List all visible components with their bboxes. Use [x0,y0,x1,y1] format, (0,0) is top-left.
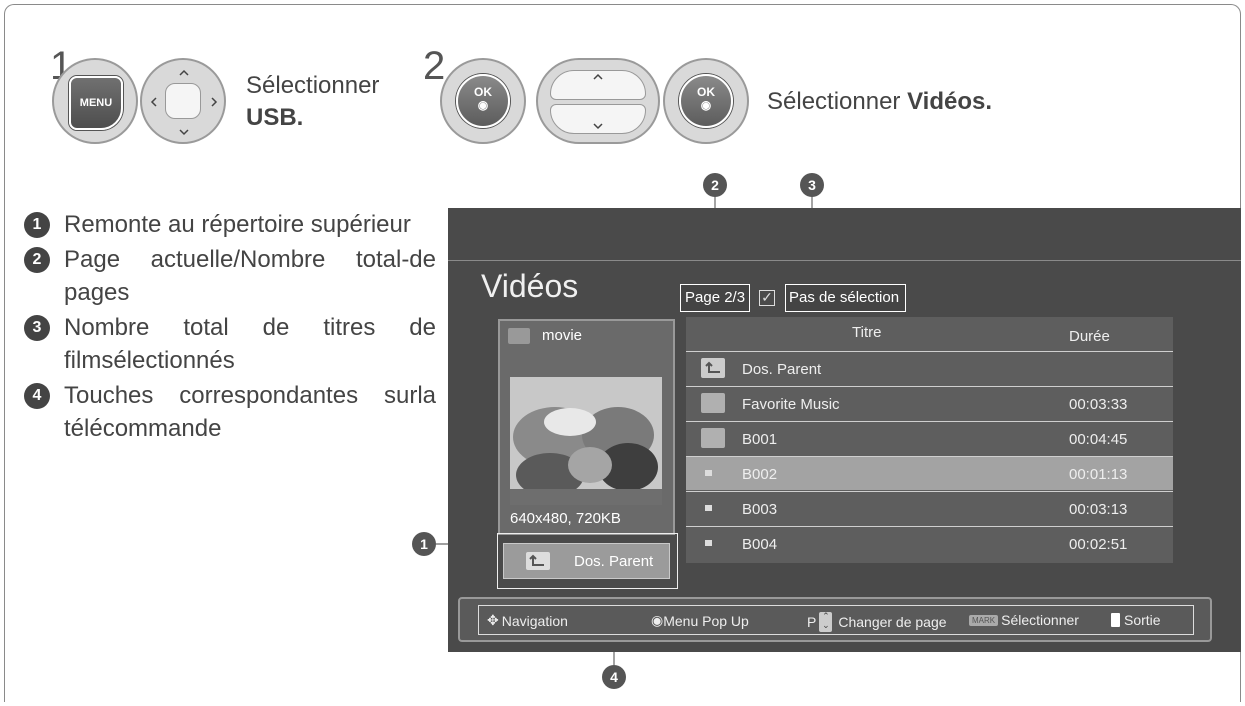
nav-arrows-icon: ✥ [487,612,499,628]
page-arrows-icon: ⌃ ⌄ [819,612,833,632]
thumbnail-panel[interactable]: movie 640x480, 720KB [498,319,675,535]
callout-2: 2 [703,173,727,197]
parent-folder-icon [701,358,725,378]
file-icon [705,505,712,511]
thumbnail-caption: 640x480, 720KB [510,510,621,527]
folder-icon [701,393,725,413]
table-row[interactable]: Dos. Parent [686,351,1173,385]
footer-page: P ⌃ ⌄ Changer de page [807,611,947,632]
thumbnail-header: movie [508,327,582,344]
table-row[interactable]: Favorite Music 00:03:33 [686,386,1173,420]
exit-icon [1111,613,1120,627]
footer-keys: ✥ Navigation ◉ Menu Pop Up P ⌃ ⌄ Changer de p… [478,605,1194,635]
footer-popup: ◉ Menu Pop Up [651,612,749,629]
thumbnail-folder-name: movie [542,327,583,344]
footer-bar: ✥ Navigation ◉ Menu Pop Up P ⌃ ⌄ Changer de p… [458,597,1212,642]
selection-count: Pas de sélection [785,284,907,312]
table-header: Titre Durée [686,317,1173,351]
page-indicator: Page 2/3 [680,284,751,312]
screen-title: Vidéos [481,268,579,304]
folder-icon [508,327,530,344]
fruit-image-icon [510,377,662,505]
footer-exit: Sortie [1111,612,1161,628]
tv-screen: Vidéos Page 2/3 ✓ Pas de sélection movie… [448,208,1241,652]
ok-dot-icon: ◉ [651,612,664,628]
file-table: Titre Durée Dos. Parent Favorite Music 0… [686,317,1173,563]
file-icon [705,470,712,476]
parent-button-label: Dos. Parent [574,552,654,570]
header-title: Titre [852,324,882,341]
thumbnail-image [510,377,662,505]
table-row[interactable]: B003 00:03:13 [686,491,1173,525]
folder-icon [701,428,725,448]
checkbox-icon: ✓ [759,290,775,306]
footer-mark: MARK Sélectionner [969,612,1079,628]
callout-4: 4 [602,665,626,689]
table-row[interactable]: B004 00:02:51 [686,526,1173,560]
header-duration: Durée [1069,328,1110,345]
callout-3: 3 [800,173,824,197]
table-row[interactable]: B001 00:04:45 [686,421,1173,455]
parent-folder-button[interactable]: Dos. Parent [503,543,670,579]
header-divider [448,260,1241,261]
mark-key-icon: MARK [969,614,999,626]
footer-navigation: ✥ Navigation [487,612,568,629]
file-icon [705,540,712,546]
table-row-selected[interactable]: B002 00:01:13 [686,456,1173,490]
parent-folder-icon [526,552,550,570]
callout-1: 1 [412,532,436,556]
